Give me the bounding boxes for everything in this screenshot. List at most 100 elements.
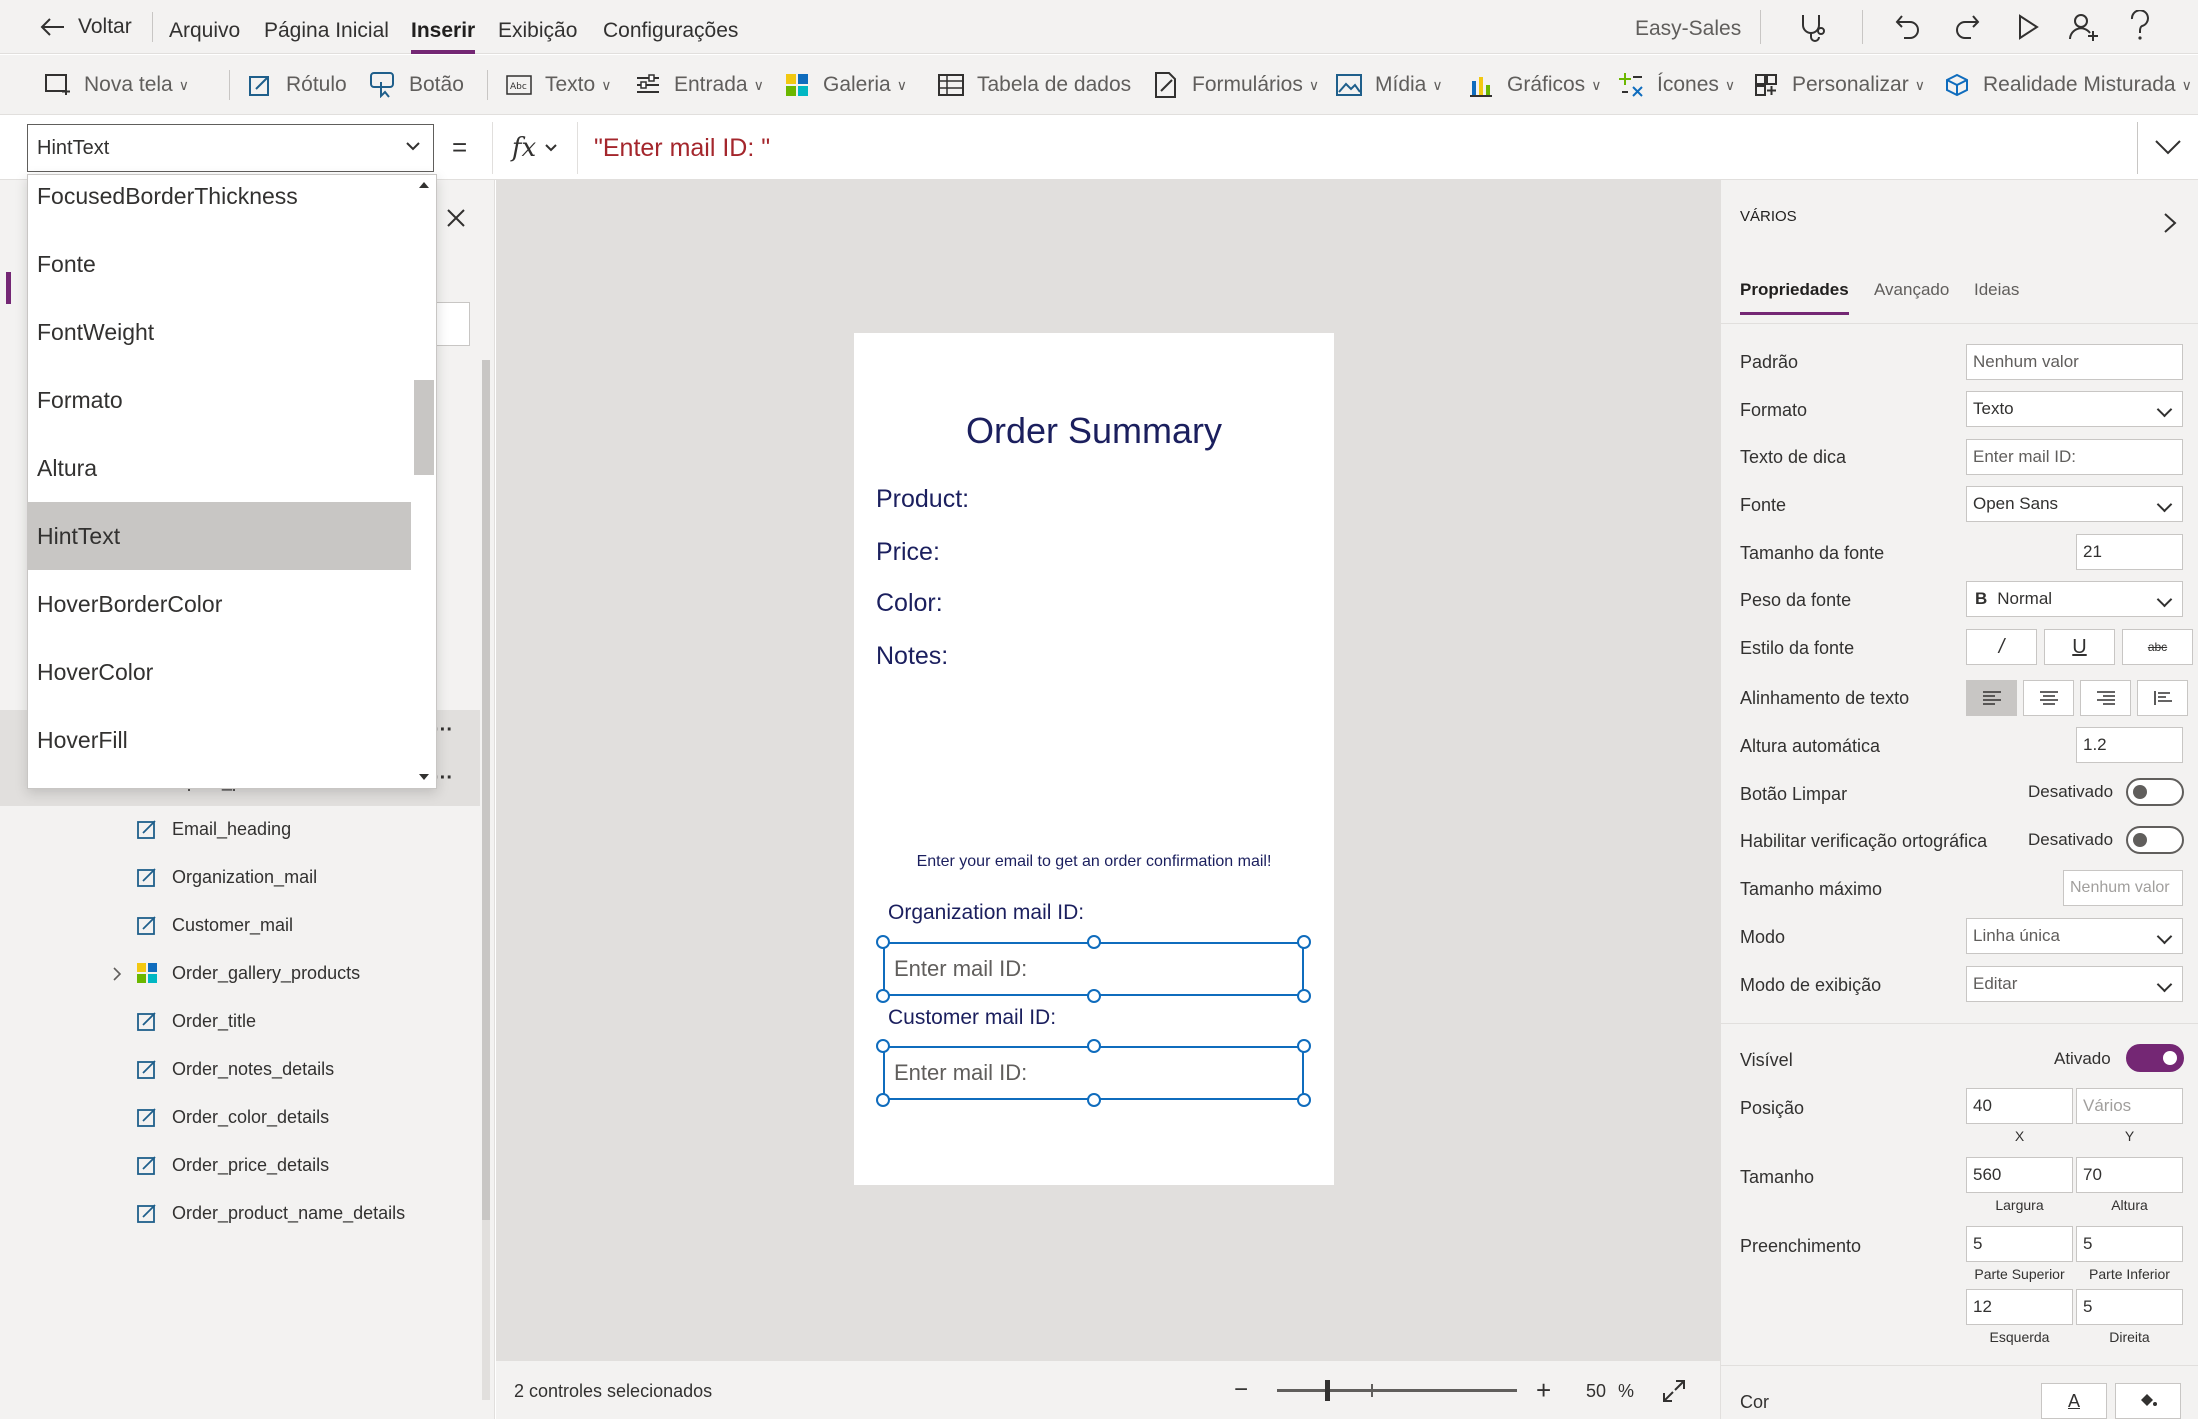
visivel-toggle[interactable]	[2126, 1044, 2184, 1072]
menu-configuracoes[interactable]: Configurações	[603, 0, 738, 54]
back-button[interactable]: Voltar	[40, 0, 132, 54]
fx-button[interactable]: fx	[492, 122, 578, 174]
zoom-value[interactable]: 50	[1586, 1361, 1606, 1419]
tamanho-largura-input[interactable]: 560	[1966, 1157, 2073, 1193]
share-user-icon[interactable]	[2068, 11, 2100, 43]
tree-item[interactable]: Order_notes_details	[0, 1046, 480, 1094]
prop-tamanho-max-input[interactable]: Nenhum valor	[2063, 870, 2183, 906]
verificacao-toggle[interactable]	[2126, 826, 2184, 854]
order-product-label[interactable]: Product:	[876, 485, 969, 514]
ribbon-rotulo[interactable]: Rótulo	[246, 55, 347, 115]
align-left-button[interactable]	[1966, 680, 2017, 716]
dropdown-item[interactable]: HintText	[28, 502, 411, 570]
order-title[interactable]: Order Summary	[854, 410, 1334, 452]
app-checker-icon[interactable]	[1795, 11, 1827, 43]
chevron-right-icon[interactable]	[110, 966, 126, 982]
help-icon[interactable]	[2128, 10, 2152, 42]
align-justify-button[interactable]	[2137, 680, 2188, 716]
menu-arquivo[interactable]: Arquivo	[169, 0, 240, 54]
resize-handle[interactable]	[876, 1039, 890, 1053]
order-price-label[interactable]: Price:	[876, 538, 940, 567]
dropdown-item[interactable]: HoverFill	[28, 706, 411, 774]
prop-altura-auto-input[interactable]: 1.2	[2076, 727, 2183, 763]
resize-handle[interactable]	[1297, 989, 1311, 1003]
tree-item[interactable]: Organization_mail	[0, 854, 480, 902]
ribbon-personalizar[interactable]: Personalizar ∨	[1752, 55, 1925, 115]
ribbon-graficos[interactable]: Gráficos ∨	[1467, 55, 1601, 115]
customer-mail-input[interactable]: Enter mail ID:	[883, 1046, 1304, 1100]
dropdown-item[interactable]: Fonte	[28, 230, 411, 298]
undo-icon[interactable]	[1894, 12, 1922, 40]
ribbon-galeria[interactable]: Galeria ∨	[783, 55, 907, 115]
order-color-label[interactable]: Color:	[876, 589, 943, 618]
padding-bottom-input[interactable]: 5	[2076, 1226, 2183, 1262]
dropdown-item[interactable]: HoverBorderColor	[28, 570, 411, 638]
dropdown-scrollbar-thumb[interactable]	[414, 380, 434, 475]
redo-icon[interactable]	[1953, 12, 1981, 40]
fill-color-button[interactable]	[2115, 1383, 2181, 1419]
fit-to-window-icon[interactable]	[1662, 1379, 1686, 1403]
tree-item[interactable]: Order_color_details	[0, 1094, 480, 1142]
organization-mail-input[interactable]: Enter mail ID:	[883, 942, 1304, 996]
ribbon-entrada[interactable]: Entrada ∨	[634, 55, 764, 115]
formula-input[interactable]: "Enter mail ID: "	[580, 122, 2135, 174]
prop-fonte-select[interactable]: Open Sans	[1966, 486, 2183, 522]
zoom-slider[interactable]	[1277, 1380, 1517, 1401]
resize-handle[interactable]	[1297, 935, 1311, 949]
ribbon-realidade-misturada[interactable]: Realidade Misturada ∨	[1943, 55, 2192, 115]
menu-inserir[interactable]: Inserir	[411, 0, 476, 54]
tree-item[interactable]: Email_heading	[0, 806, 480, 854]
prop-padrao-input[interactable]: Nenhum valor	[1966, 344, 2183, 380]
tab-propriedades[interactable]: Propriedades	[1740, 280, 1849, 324]
align-right-button[interactable]	[2080, 680, 2131, 716]
dropdown-item[interactable]: HoverColor	[28, 638, 411, 706]
ribbon-tabela-dados[interactable]: Tabela de dados	[937, 55, 1131, 115]
organization-mail-label[interactable]: Organization mail ID:	[888, 901, 1084, 925]
prop-tamanho-fonte-input[interactable]: 21	[2076, 534, 2183, 570]
ribbon-midia[interactable]: Mídia ∨	[1335, 55, 1443, 115]
tab-ideias[interactable]: Ideias	[1974, 280, 2019, 300]
padding-right-input[interactable]: 5	[2076, 1289, 2183, 1325]
ribbon-icones[interactable]: Ícones ∨	[1617, 55, 1735, 115]
dropdown-item[interactable]: Formato	[28, 366, 411, 434]
padding-top-input[interactable]: 5	[1966, 1226, 2073, 1262]
resize-handle[interactable]	[1297, 1093, 1311, 1107]
order-notes-label[interactable]: Notes:	[876, 642, 948, 671]
resize-handle[interactable]	[1087, 1039, 1101, 1053]
tree-item[interactable]: Order_gallery_products	[0, 950, 480, 998]
resize-handle[interactable]	[1087, 935, 1101, 949]
ribbon-nova-tela[interactable]: Nova tela ∨	[44, 55, 189, 115]
tamanho-altura-input[interactable]: 70	[2076, 1157, 2183, 1193]
email-heading[interactable]: Enter your email to get an order confirm…	[854, 853, 1334, 871]
ribbon-botao[interactable]: Botão	[369, 55, 464, 115]
zoom-out-button[interactable]: −	[1234, 1361, 1248, 1419]
tree-scrollbar-thumb[interactable]	[482, 360, 490, 1220]
prop-modo-exibicao-select[interactable]: Editar	[1966, 966, 2183, 1002]
resize-handle[interactable]	[876, 935, 890, 949]
padding-left-input[interactable]: 12	[1966, 1289, 2073, 1325]
tree-item[interactable]: Order_title	[0, 998, 480, 1046]
tab-avancado[interactable]: Avançado	[1874, 280, 1949, 300]
zoom-slider-thumb[interactable]	[1325, 1380, 1330, 1401]
resize-handle[interactable]	[1297, 1039, 1311, 1053]
expand-formula-icon[interactable]	[2154, 138, 2182, 156]
ribbon-formularios[interactable]: Formulários ∨	[1152, 55, 1319, 115]
app-screen[interactable]: Order Summary Product: Price: Color: Not…	[854, 333, 1334, 1185]
tree-item[interactable]: Order_price_details	[0, 1142, 480, 1190]
dropdown-scroll-down-icon[interactable]	[416, 771, 432, 783]
dropdown-item[interactable]: FocusedBorderThickness	[28, 162, 411, 230]
prop-modo-select[interactable]: Linha única	[1966, 918, 2183, 954]
resize-handle[interactable]	[1087, 1093, 1101, 1107]
resize-handle[interactable]	[1087, 989, 1101, 1003]
resize-handle[interactable]	[876, 1093, 890, 1107]
ribbon-texto[interactable]: Abc Texto ∨	[505, 55, 611, 115]
posicao-x-input[interactable]: 40	[1966, 1088, 2073, 1124]
resize-handle[interactable]	[876, 989, 890, 1003]
menu-pagina-inicial[interactable]: Página Inicial	[264, 0, 389, 54]
dropdown-scroll-up-icon[interactable]	[416, 179, 432, 191]
chevron-right-icon[interactable]	[2163, 212, 2177, 234]
dropdown-item[interactable]: FontWeight	[28, 298, 411, 366]
underline-button[interactable]: U	[2044, 629, 2115, 665]
dropdown-item[interactable]: Altura	[28, 434, 411, 502]
botao-limpar-toggle[interactable]	[2126, 778, 2184, 806]
